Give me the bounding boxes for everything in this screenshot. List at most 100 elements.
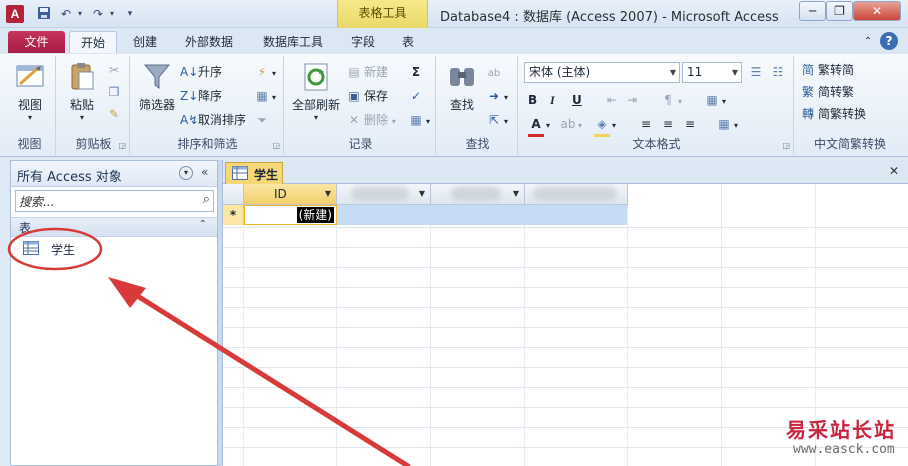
tab-fields[interactable]: 字段 (344, 31, 382, 53)
nav-pane-title: 所有 Access 对象 (17, 170, 122, 185)
text-format-launcher-icon[interactable]: ◲ (782, 141, 790, 150)
bullets-icon[interactable]: ☰ (748, 62, 766, 82)
group-label-views: 视图 (17, 137, 42, 151)
new-record-cells[interactable] (337, 205, 628, 225)
format-painter-icon[interactable]: ✎ (106, 104, 124, 124)
tab-home[interactable]: 开始 (69, 31, 117, 53)
view-button[interactable]: 视图 ▾ (10, 60, 50, 122)
tab-database-tools[interactable]: 数据库工具 (254, 31, 332, 53)
align-right-icon[interactable]: ≡ (682, 114, 700, 134)
nav-item-student-table[interactable]: 学生 (11, 238, 217, 260)
bold-button[interactable]: B (528, 90, 537, 110)
view-dropdown-icon[interactable]: ▾ (10, 113, 50, 122)
minimize-ribbon-icon[interactable]: ⌃ (860, 31, 876, 53)
increase-indent-icon[interactable]: ⇥ (624, 90, 642, 110)
toggle-filter-icon[interactable]: ⏷ (254, 110, 272, 130)
select-all-corner[interactable] (223, 184, 244, 205)
more-records-icon[interactable]: ▦ ▾ (408, 110, 430, 130)
to-traditional-button[interactable]: 繁简转繁 (800, 82, 854, 102)
minimize-button[interactable]: ─ (799, 1, 826, 21)
select-icon[interactable]: ⇱ ▾ (486, 110, 508, 130)
alternate-row-color-icon[interactable]: ▦ ▾ (716, 114, 738, 134)
numbering-icon[interactable]: ☷ (770, 62, 788, 82)
remove-sort-label: 取消排序 (198, 113, 247, 127)
new-record-selector[interactable]: * (223, 205, 244, 225)
filter-button[interactable]: 筛选器 (136, 60, 178, 113)
tab-file[interactable]: 文件 (8, 31, 65, 53)
align-center-icon[interactable]: ≡ (660, 114, 678, 134)
decrease-indent-icon[interactable]: ⇤ (604, 90, 622, 110)
convert-button[interactable]: 轉简繁转换 (800, 104, 866, 124)
advanced-filter-icon[interactable]: ▦ ▾ (254, 86, 276, 106)
redo-dropdown-icon[interactable]: ▾ (104, 6, 120, 22)
close-button[interactable]: ✕ (853, 1, 901, 21)
column-dropdown-icon[interactable]: ▼ (419, 184, 425, 204)
group-find: 查找 ab ➜ ▾ ⇱ ▾ 查找 (438, 56, 518, 155)
column-header-3[interactable]: ▼ (431, 184, 525, 205)
selection-filter-icon[interactable]: ⚡ ▾ (254, 62, 276, 82)
copy-icon[interactable]: ❐ (106, 82, 124, 102)
font-size-select[interactable]: 11 ▼ (682, 62, 742, 83)
delete-record-button[interactable]: ✕ 删除 ▾ (346, 110, 396, 130)
sort-descending-icon: Z↓ (180, 89, 199, 103)
goto-icon[interactable]: ➜ ▾ (486, 86, 508, 106)
column-dropdown-icon[interactable]: ▼ (325, 184, 331, 204)
tab-create[interactable]: 创建 (126, 31, 164, 53)
gridline (336, 184, 337, 466)
close-document-icon[interactable]: ✕ (889, 164, 899, 178)
cut-icon[interactable]: ✂ (106, 60, 124, 80)
replace-icon[interactable]: ab (486, 62, 504, 82)
paste-dropdown-icon[interactable]: ▾ (62, 113, 102, 122)
save-record-button[interactable]: ▣ 保存 (346, 86, 388, 106)
align-left-icon[interactable]: ≡ (638, 114, 656, 134)
fill-color-icon[interactable]: ◈ ▾ (594, 114, 616, 137)
undo-dropdown-icon[interactable]: ▾ (72, 6, 88, 22)
nav-section-tables[interactable]: 表 ⌃ (11, 217, 217, 237)
nav-menu-dropdown-icon[interactable]: ▾ (179, 166, 193, 180)
column-header-2[interactable]: ▼ (337, 184, 431, 205)
spelling-icon[interactable]: ✓ (408, 86, 426, 106)
sort-ascending-button[interactable]: A↓升序 (180, 62, 222, 82)
save-icon[interactable] (36, 6, 52, 22)
help-icon[interactable]: ? (880, 32, 898, 50)
tab-table[interactable]: 表 (394, 31, 422, 53)
font-select[interactable]: 宋体 (主体) ▼ (524, 62, 680, 83)
document-tab-student[interactable]: 学生 (225, 162, 283, 184)
customize-qat-icon[interactable]: ▾ (122, 6, 138, 22)
text-direction-icon[interactable]: ¶ ▾ (660, 90, 682, 110)
refresh-dropdown-icon[interactable]: ▾ (290, 113, 342, 122)
font-color-icon[interactable]: A ▾ (528, 114, 550, 137)
new-record-button[interactable]: ▤ 新建 (346, 62, 388, 82)
tab-external-data[interactable]: 外部数据 (176, 31, 242, 53)
to-traditional-icon: 繁 (801, 85, 814, 99)
new-record-id-cell[interactable]: (新建) (244, 205, 337, 225)
highlight-icon[interactable]: ab ▾ (560, 114, 583, 134)
navigation-pane: 所有 Access 对象 ▾ « 搜索... ⌕ 表 ⌃ 学生 (10, 160, 218, 466)
gridlines-icon[interactable]: ▦ ▾ (704, 90, 726, 110)
column-dropdown-icon[interactable]: ▼ (513, 184, 519, 204)
italic-button[interactable]: I (550, 90, 555, 110)
search-icon[interactable]: ⌕ (203, 192, 210, 207)
paste-button[interactable]: 粘贴 ▾ (62, 60, 102, 122)
blurred-header-text (533, 187, 617, 201)
column-header-id[interactable]: ID ▼ (244, 184, 337, 205)
collapse-nav-icon[interactable]: « (201, 165, 208, 179)
new-record-label: (新建) (296, 207, 334, 223)
refresh-all-button[interactable]: 全部刷新 ▾ (290, 60, 342, 122)
underline-button[interactable]: U (572, 90, 582, 110)
to-simplified-button[interactable]: 简繁转简 (800, 60, 854, 80)
sort-descending-button[interactable]: Z↓降序 (180, 86, 222, 106)
nav-search-box[interactable]: 搜索... ⌕ (15, 190, 214, 212)
gridline (627, 184, 628, 466)
section-collapse-icon[interactable]: ⌃ (199, 219, 207, 230)
column-header-4[interactable] (525, 184, 628, 205)
nav-search-input[interactable]: 搜索... (19, 193, 54, 210)
access-app-icon[interactable]: A (6, 5, 24, 23)
nav-header[interactable]: 所有 Access 对象 ▾ « (11, 161, 217, 187)
remove-sort-button[interactable]: A↯取消排序 (180, 110, 246, 130)
sort-filter-launcher-icon[interactable]: ◲ (272, 141, 280, 150)
clipboard-launcher-icon[interactable]: ◲ (118, 141, 126, 150)
restore-button[interactable]: ❐ (826, 1, 853, 21)
find-button[interactable]: 查找 (442, 60, 482, 113)
totals-icon[interactable]: Σ (408, 62, 426, 82)
